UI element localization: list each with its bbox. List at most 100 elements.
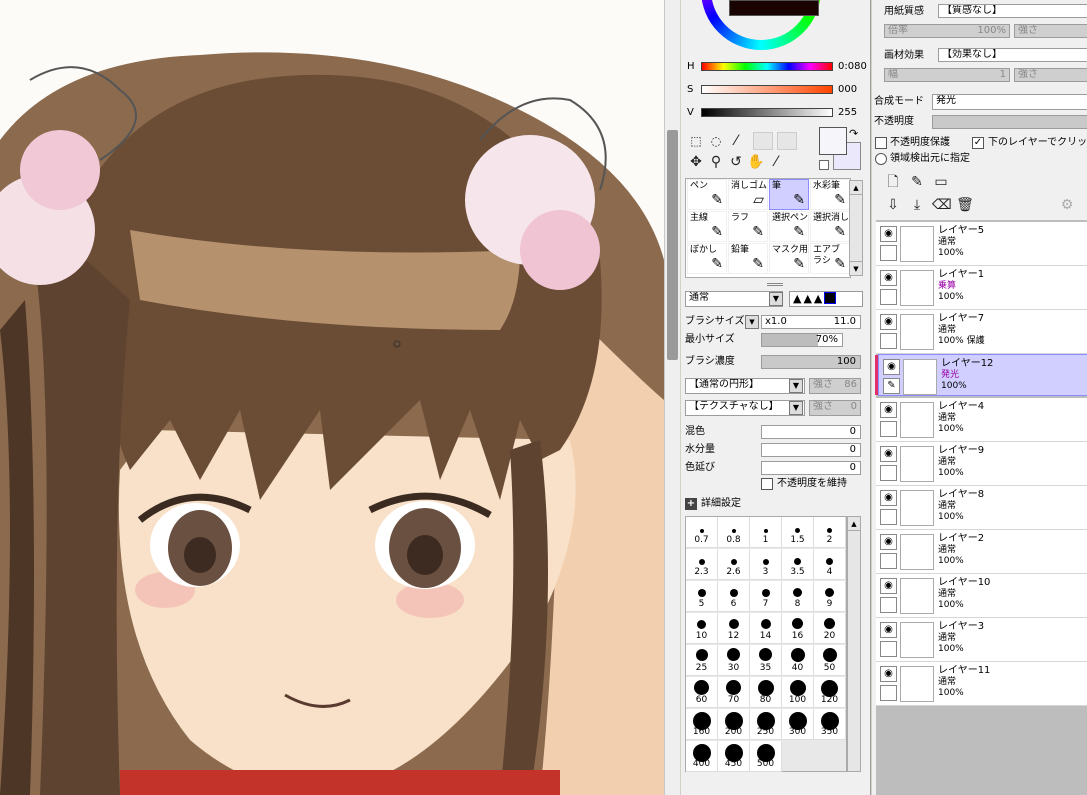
brush-size-cell[interactable]: 500	[750, 741, 782, 772]
hand-icon[interactable]: ✋	[747, 153, 765, 171]
brush-size-cell[interactable]: 5	[686, 581, 718, 612]
tool-6[interactable]: 選択ペン ✎	[769, 211, 809, 242]
layer-settings-icon[interactable]: ⚙	[1058, 196, 1076, 214]
lock-toggle[interactable]	[880, 421, 897, 437]
transfer-down-icon[interactable]: ⇩	[884, 196, 902, 214]
brush-tip-shapes[interactable]: ▲▲▲	[789, 291, 863, 307]
eye-icon[interactable]: ◉	[880, 490, 897, 506]
region-source-radio[interactable]	[875, 153, 887, 165]
chevron-down-icon[interactable]: ▼	[789, 401, 803, 415]
tool-11[interactable]: エアブラシ ✎	[810, 243, 850, 274]
tool-3[interactable]: 水彩筆 ✎	[810, 179, 850, 210]
new-folder-icon[interactable]: ▭	[932, 173, 950, 191]
brush-size-cell[interactable]: 2.6	[718, 549, 750, 580]
layer-row[interactable]: ◉ レイヤー11 通常 100%	[876, 662, 1087, 706]
tool-5[interactable]: ラフ ✎	[728, 211, 768, 242]
layer-blend-select[interactable]: 発光	[932, 94, 1087, 110]
tool-10[interactable]: マスク用 ✎	[769, 243, 809, 274]
scroll-down-arrow-icon[interactable]: ▼	[850, 261, 862, 275]
lock-toggle[interactable]	[880, 685, 897, 701]
brush-size-cell[interactable]: 450	[718, 741, 750, 772]
lock-toggle[interactable]	[880, 289, 897, 305]
swap-colors-icon[interactable]: ↷	[849, 128, 858, 140]
brush-density-slider[interactable]: 100	[761, 355, 861, 369]
zoom-icon[interactable]: ⚲	[707, 153, 725, 171]
lock-toggle[interactable]	[880, 553, 897, 569]
drawing-canvas[interactable]	[0, 0, 664, 795]
brush-size-cell[interactable]: 80	[750, 677, 782, 708]
square-tip-icon[interactable]	[824, 292, 837, 304]
layer-opacity-slider[interactable]	[932, 115, 1087, 129]
new-layer-icon[interactable]: 🗋	[884, 173, 902, 191]
brush-size-cell[interactable]: 7	[750, 581, 782, 612]
v-slider[interactable]	[701, 108, 833, 117]
eye-icon[interactable]: ◉	[880, 402, 897, 418]
brush-size-cell[interactable]: 60	[686, 677, 718, 708]
layer-row[interactable]: ◉ レイヤー8 通常 100%	[876, 486, 1087, 530]
material-effect-select[interactable]: 【効果なし】	[938, 48, 1087, 62]
shape-strength-field[interactable]: 強さ 86	[809, 378, 861, 394]
clipping-checkbox[interactable]: ✓	[972, 137, 984, 149]
layer-row[interactable]: ◉ レイヤー1 乗算 100%	[876, 266, 1087, 310]
paper-strength-field[interactable]: 強さ	[1014, 24, 1087, 38]
main-color-swatch[interactable]	[819, 127, 847, 155]
trash-icon[interactable]: 🗑	[956, 196, 974, 214]
brush-size-cell[interactable]: 160	[686, 709, 718, 740]
brush-size-cell[interactable]: 20	[814, 613, 846, 644]
merge-down-icon[interactable]: ⤓	[908, 196, 926, 214]
move-icon[interactable]: ✥	[687, 153, 705, 171]
brush-size-cell[interactable]: 100	[782, 677, 814, 708]
eye-icon[interactable]: ◉	[880, 270, 897, 286]
eye-icon[interactable]: ◉	[883, 359, 900, 375]
tool-0[interactable]: ペン ✎	[687, 179, 727, 210]
brush-size-cell[interactable]: 40	[782, 645, 814, 676]
brush-size-cell[interactable]: 200	[718, 709, 750, 740]
eye-icon[interactable]: ◉	[880, 534, 897, 550]
stretch-slider[interactable]: 0	[761, 461, 861, 475]
eye-icon[interactable]: ◉	[880, 666, 897, 682]
layer-row[interactable]: ◉ レイヤー5 通常 100%	[876, 222, 1087, 266]
size-palette-scrollbar[interactable]: ▲	[847, 516, 861, 772]
color-square[interactable]	[729, 0, 819, 16]
scrollbar-thumb[interactable]	[667, 130, 678, 360]
lock-toggle[interactable]	[880, 333, 897, 349]
rect-select-icon[interactable]: ⬚	[687, 132, 705, 150]
effect-strength-field[interactable]: 強さ	[1014, 68, 1087, 82]
layer-row[interactable]: ◉ レイヤー3 通常 100%	[876, 618, 1087, 662]
layer-row[interactable]: ◉ ✎ レイヤー12 発光 100%	[875, 354, 1087, 396]
new-linework-layer-icon[interactable]: ✎	[908, 173, 926, 191]
brush-size-cell[interactable]: 35	[750, 645, 782, 676]
lock-toggle[interactable]	[880, 465, 897, 481]
brush-size-cell[interactable]: 1	[750, 517, 782, 548]
lock-toggle[interactable]	[880, 641, 897, 657]
brush-size-cell[interactable]: 9	[814, 581, 846, 612]
chevron-down-icon[interactable]: ▼	[789, 379, 803, 393]
layer-row[interactable]: ◉ レイヤー7 通常 100% 保護	[876, 310, 1087, 354]
brush-size-cell[interactable]: 3	[750, 549, 782, 580]
brush-size-cell[interactable]: 400	[686, 741, 718, 772]
brush-size-cell[interactable]: 30	[718, 645, 750, 676]
plus-icon[interactable]: +	[685, 498, 697, 510]
tool-8[interactable]: ぼかし ✎	[687, 243, 727, 274]
water-slider[interactable]: 0	[761, 443, 861, 457]
tool-2[interactable]: 筆 ✎	[769, 179, 809, 210]
brush-size-cell[interactable]: 12	[718, 613, 750, 644]
layer-row[interactable]: ◉ レイヤー2 通常 100%	[876, 530, 1087, 574]
tool-7[interactable]: 選択消し ✎	[810, 211, 850, 242]
brush-size-cell[interactable]: 50	[814, 645, 846, 676]
paper-scale-field[interactable]: 倍率 100%	[884, 24, 1010, 38]
brush-shape-select[interactable]: 【通常の円形】	[685, 378, 805, 394]
min-size-slider[interactable]: 70%	[761, 333, 843, 347]
eye-icon[interactable]: ◉	[880, 578, 897, 594]
lasso-icon[interactable]: ◌	[707, 132, 725, 150]
magic-wand-icon[interactable]: ⁄	[727, 132, 745, 150]
tool-4[interactable]: 主線 ✎	[687, 211, 727, 242]
layer-row[interactable]: ◉ レイヤー10 通常 100%	[876, 574, 1087, 618]
mix-slider[interactable]: 0	[761, 425, 861, 439]
transparent-color-icon[interactable]	[819, 160, 829, 170]
brush-size-cell[interactable]: 0.7	[686, 517, 718, 548]
scroll-up-arrow-icon[interactable]: ▲	[848, 517, 860, 531]
layer-row[interactable]: ◉ レイヤー9 通常 100%	[876, 442, 1087, 486]
brush-size-cell[interactable]: 25	[686, 645, 718, 676]
brush-size-cell[interactable]: 2	[814, 517, 846, 548]
